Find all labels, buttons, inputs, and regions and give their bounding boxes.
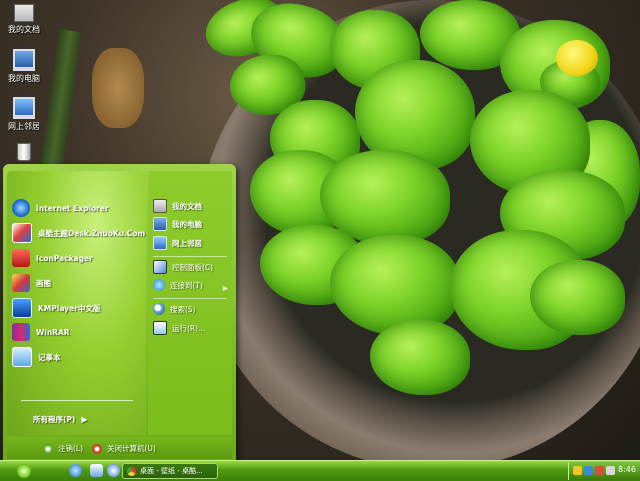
clock[interactable]: 8:46 (618, 461, 636, 479)
menu-item-label: 画图 (36, 278, 51, 288)
places-label: 我的电脑 (172, 219, 202, 229)
places-my-documents[interactable]: 我的文档 (153, 198, 202, 214)
recycle-bin-icon (17, 143, 31, 161)
menu-separator (153, 298, 227, 299)
places-my-computer[interactable]: 我的电脑 (153, 216, 202, 232)
quick-launch-show-desktop-icon[interactable] (90, 464, 103, 477)
places-label: 连接到(T) (170, 280, 203, 290)
desktop-icon-my-computer[interactable]: 我的电脑 (2, 49, 46, 84)
menu-item-winrar[interactable]: WinRAR (12, 322, 70, 342)
menu-item-kmplayer[interactable]: KMPlayer中文版 (12, 298, 100, 318)
quick-launch-media-icon[interactable] (107, 464, 120, 477)
menu-item-label: 记事本 (38, 352, 61, 362)
documents-icon (153, 199, 167, 213)
network-icon (153, 236, 167, 250)
all-programs-button[interactable]: 所有程序(P) ▶ (33, 414, 88, 425)
shut-down-button[interactable]: 关闭计算机(U) (92, 443, 156, 454)
desktop-icon-recycle-bin[interactable] (2, 143, 46, 163)
arrow-right-icon: ▶ (81, 415, 88, 424)
desktop-icon-my-documents[interactable]: 我的文档 (2, 4, 46, 35)
wallpaper-stem (40, 29, 82, 171)
computer-icon (13, 49, 35, 71)
network-icon (13, 97, 35, 119)
wallpaper-leaf (530, 260, 625, 335)
tray-volume-icon[interactable] (573, 466, 582, 475)
iconpackager-icon (12, 249, 30, 267)
control-panel-icon (153, 260, 167, 274)
taskbar-window-button[interactable]: 桌面 - 壁纸 - 桌酷... (122, 463, 218, 479)
documents-icon (14, 4, 34, 22)
tray-security-icon[interactable] (595, 466, 604, 475)
wallpaper-blur (92, 48, 144, 128)
browser-icon (127, 466, 136, 476)
taskbar-window-label: 桌面 - 壁纸 - 桌酷... (140, 467, 203, 475)
places-connect-to[interactable]: 连接到(T) (153, 277, 203, 293)
search-icon (153, 303, 165, 315)
wallpaper-leaf (370, 320, 470, 395)
connect-icon (153, 279, 165, 291)
places-network[interactable]: 网上邻居 (153, 235, 202, 251)
start-menu: Internet Explorer 桌酷主题Desk.ZhuoKu.Com Ic… (3, 164, 236, 460)
menu-item-zhuoku[interactable]: 桌酷主题Desk.ZhuoKu.Com (12, 223, 145, 243)
computer-icon (153, 217, 167, 231)
zhuoku-icon (12, 223, 32, 243)
menu-item-notepad[interactable]: 记事本 (12, 347, 61, 367)
kmplayer-icon (12, 298, 32, 318)
start-button[interactable] (0, 461, 48, 481)
places-search[interactable]: 搜索(S) (153, 301, 196, 317)
menu-item-internet-explorer[interactable]: Internet Explorer (12, 198, 109, 218)
places-label: 搜索(S) (170, 304, 196, 314)
desktop-icon-label: 我的电脑 (8, 74, 40, 83)
ie-icon (12, 199, 30, 217)
menu-item-label: KMPlayer中文版 (38, 303, 101, 313)
paint-icon (12, 274, 30, 292)
places-control-panel[interactable]: 控制面板(C) (153, 259, 213, 275)
places-label: 网上邻居 (172, 238, 202, 248)
all-programs-label: 所有程序(P) (33, 415, 76, 424)
shut-down-label: 关闭计算机(U) (107, 444, 156, 453)
log-off-icon (43, 443, 53, 454)
desktop-icon-network[interactable]: 网上邻居 (2, 97, 46, 132)
menu-item-label: IconPackager (36, 253, 93, 263)
desktop-icon-label: 我的文档 (8, 25, 40, 34)
places-label: 运行(R)... (172, 323, 206, 333)
submenu-arrow-icon: ▶ (223, 285, 228, 292)
tray-network-icon[interactable] (584, 466, 593, 475)
menu-separator (21, 400, 133, 401)
wallpaper-leaf (330, 235, 460, 335)
tray-misc-icon[interactable] (606, 466, 615, 475)
places-label: 控制面板(C) (172, 262, 214, 272)
taskbar: 桌面 - 壁纸 - 桌酷... 8:46 (0, 460, 640, 481)
menu-item-label: Internet Explorer (36, 203, 109, 213)
log-off-label: 注销(L) (58, 444, 84, 453)
menu-item-iconpackager[interactable]: IconPackager (12, 248, 93, 268)
menu-item-paint[interactable]: 画图 (12, 273, 51, 293)
power-icon (92, 443, 102, 454)
log-off-button[interactable]: 注销(L) (43, 443, 83, 454)
places-run[interactable]: 运行(R)... (153, 320, 205, 336)
menu-item-label: 桌酷主题Desk.ZhuoKu.Com (38, 228, 146, 238)
clover-start-icon (17, 464, 31, 478)
notepad-icon (12, 347, 32, 367)
places-label: 我的文档 (172, 201, 202, 211)
menu-separator (153, 256, 227, 257)
run-icon (153, 321, 167, 335)
quick-launch-ie-icon[interactable] (69, 464, 82, 477)
yellow-bud (556, 40, 598, 76)
winrar-icon (12, 323, 30, 341)
desktop-icon-label: 网上邻居 (8, 122, 40, 131)
menu-item-label: WinRAR (36, 327, 70, 337)
